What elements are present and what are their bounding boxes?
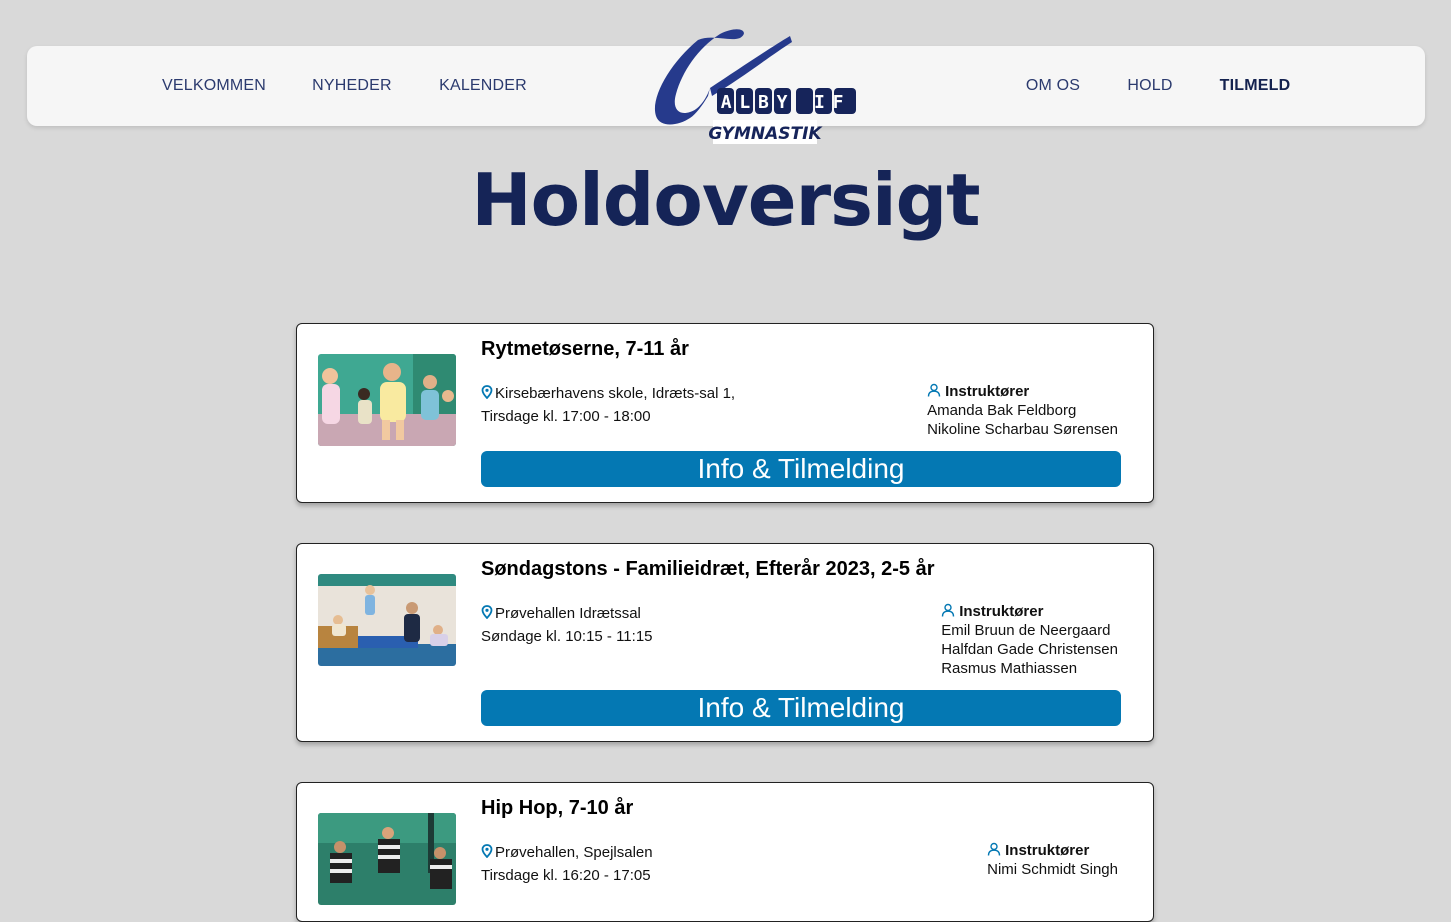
team-card: Hip Hop, 7-10 år Prøvehallen, Spejlsalen… xyxy=(296,782,1154,922)
team-schedule: Tirsdage kl. 17:00 - 18:00 xyxy=(481,408,651,425)
team-title: Hip Hop, 7-10 år xyxy=(481,797,634,819)
team-photo[interactable] xyxy=(318,813,456,905)
instructor-name: Nikoline Scharbau Sørensen xyxy=(927,421,1118,438)
nav-link-om-os[interactable]: OM OS xyxy=(1026,46,1080,126)
instructors-heading: Instruktører xyxy=(1005,842,1090,859)
page-title: Holdoversigt xyxy=(471,158,980,242)
instructors-heading: Instruktører xyxy=(959,603,1044,620)
instructor-name: Nimi Schmidt Singh xyxy=(987,861,1118,878)
instructor-name: Emil Bruun de Neergaard xyxy=(941,622,1111,639)
team-card: Søndagstons - Familieidræt, Efterår 2023… xyxy=(296,543,1154,742)
team-schedule: Søndage kl. 10:15 - 11:15 xyxy=(481,628,653,645)
instructor-name: Halfdan Gade Christensen xyxy=(941,641,1118,658)
instructors-heading: Instruktører xyxy=(945,383,1030,400)
team-location: Kirsebærhavens skole, Idræts-sal 1, Tirs… xyxy=(481,382,735,428)
team-location-text: Prøvehallen, Spejlsalen xyxy=(495,844,653,861)
team-card: Rytmetøserne, 7-11 år Kirsebærhavens sko… xyxy=(296,323,1154,503)
logo-top-text: ALBY IF xyxy=(721,92,851,113)
team-title: Rytmetøserne, 7-11 år xyxy=(481,338,689,360)
nav-link-tilmeld[interactable]: TILMELD xyxy=(1220,46,1291,126)
logo-bottom-text: GYMNASTIK xyxy=(708,124,823,144)
team-location-text: Prøvehallen Idrætssal xyxy=(495,605,641,622)
team-instructors: Instruktører Emil Bruun de Neergaard Hal… xyxy=(941,602,1118,678)
instructor-name: Amanda Bak Feldborg xyxy=(927,402,1077,419)
team-title: Søndagstons - Familieidræt, Efterår 2023… xyxy=(481,558,935,580)
location-pin-icon xyxy=(481,844,493,858)
user-icon xyxy=(987,842,1001,856)
team-location: Prøvehallen, Spejlsalen Tirsdage kl. 16:… xyxy=(481,841,653,887)
info-signup-button[interactable]: Info & Tilmelding xyxy=(481,451,1121,487)
instructor-name: Rasmus Mathiassen xyxy=(941,660,1078,677)
location-pin-icon xyxy=(481,605,493,619)
team-instructors: Instruktører Amanda Bak Feldborg Nikolin… xyxy=(927,382,1118,439)
team-photo[interactable] xyxy=(318,574,456,666)
location-pin-icon xyxy=(481,385,493,399)
nav-link-kalender[interactable]: KALENDER xyxy=(439,46,527,126)
club-logo[interactable]: ALBY IF GYMNASTIK xyxy=(650,28,860,146)
user-icon xyxy=(942,603,955,617)
user-icon xyxy=(927,383,941,397)
team-location-text: Kirsebærhavens skole, Idræts-sal 1, xyxy=(495,385,736,402)
team-photo[interactable] xyxy=(318,354,456,446)
team-instructors: Instruktører Nimi Schmidt Singh xyxy=(987,841,1118,879)
info-signup-button[interactable]: Info & Tilmelding xyxy=(481,690,1121,726)
nav-link-nyheder[interactable]: NYHEDER xyxy=(312,46,392,126)
nav-link-velkommen[interactable]: VELKOMMEN xyxy=(162,46,266,126)
team-schedule: Tirsdage kl. 16:20 - 17:05 xyxy=(481,867,651,884)
nav-link-hold[interactable]: HOLD xyxy=(1127,46,1172,126)
team-location: Prøvehallen Idrætssal Søndage kl. 10:15 … xyxy=(481,602,653,648)
